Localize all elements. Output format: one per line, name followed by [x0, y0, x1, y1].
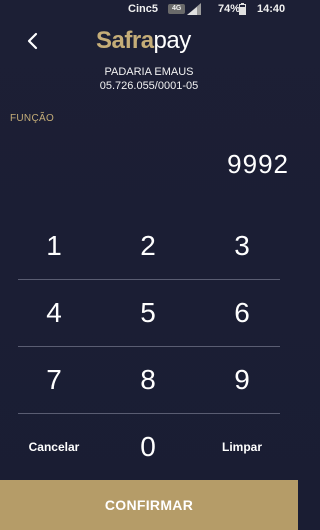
- numeric-keypad: 1 2 3 4 5 6 7 8 9 Cancelar 0 Limpar: [0, 212, 298, 479]
- key-2[interactable]: 2: [101, 212, 195, 279]
- merchant-name: PADARIA EMAUS: [104, 66, 194, 78]
- confirm-button[interactable]: CONFIRMAR: [0, 480, 298, 530]
- function-input-value[interactable]: 9992: [227, 149, 289, 180]
- keypad-row: 1 2 3: [0, 212, 298, 279]
- key-9[interactable]: 9: [195, 346, 289, 413]
- back-arrow-icon[interactable]: [24, 30, 42, 52]
- battery-icon: [239, 3, 246, 15]
- function-label: FUNÇÃO: [10, 113, 55, 124]
- merchant-document: 05.726.055/0001-05: [99, 80, 199, 92]
- key-1[interactable]: 1: [7, 212, 101, 279]
- key-0[interactable]: 0: [101, 413, 195, 480]
- key-4[interactable]: 4: [7, 279, 101, 346]
- safrapay-logo: Safrapay: [96, 27, 191, 55]
- network-badge: 4G: [168, 4, 186, 14]
- signal-icon: [187, 3, 201, 15]
- clock: 14:40: [257, 3, 286, 15]
- cancel-button[interactable]: Cancelar: [7, 413, 101, 480]
- key-3[interactable]: 3: [195, 212, 289, 279]
- status-bar: Cinc5 4G 74% 14:40: [0, 0, 298, 18]
- carrier-label: Cinc5: [128, 3, 158, 15]
- keypad-row: 4 5 6: [0, 279, 298, 346]
- key-8[interactable]: 8: [101, 346, 195, 413]
- clear-button[interactable]: Limpar: [195, 413, 289, 480]
- battery-percent: 74%: [218, 3, 241, 15]
- key-5[interactable]: 5: [101, 279, 195, 346]
- keypad-row: Cancelar 0 Limpar: [0, 413, 298, 479]
- key-7[interactable]: 7: [7, 346, 101, 413]
- logo-light-part: pay: [153, 27, 192, 54]
- logo-bold-part: Safra: [96, 27, 154, 54]
- keypad-row: 7 8 9: [0, 346, 298, 413]
- key-6[interactable]: 6: [195, 279, 289, 346]
